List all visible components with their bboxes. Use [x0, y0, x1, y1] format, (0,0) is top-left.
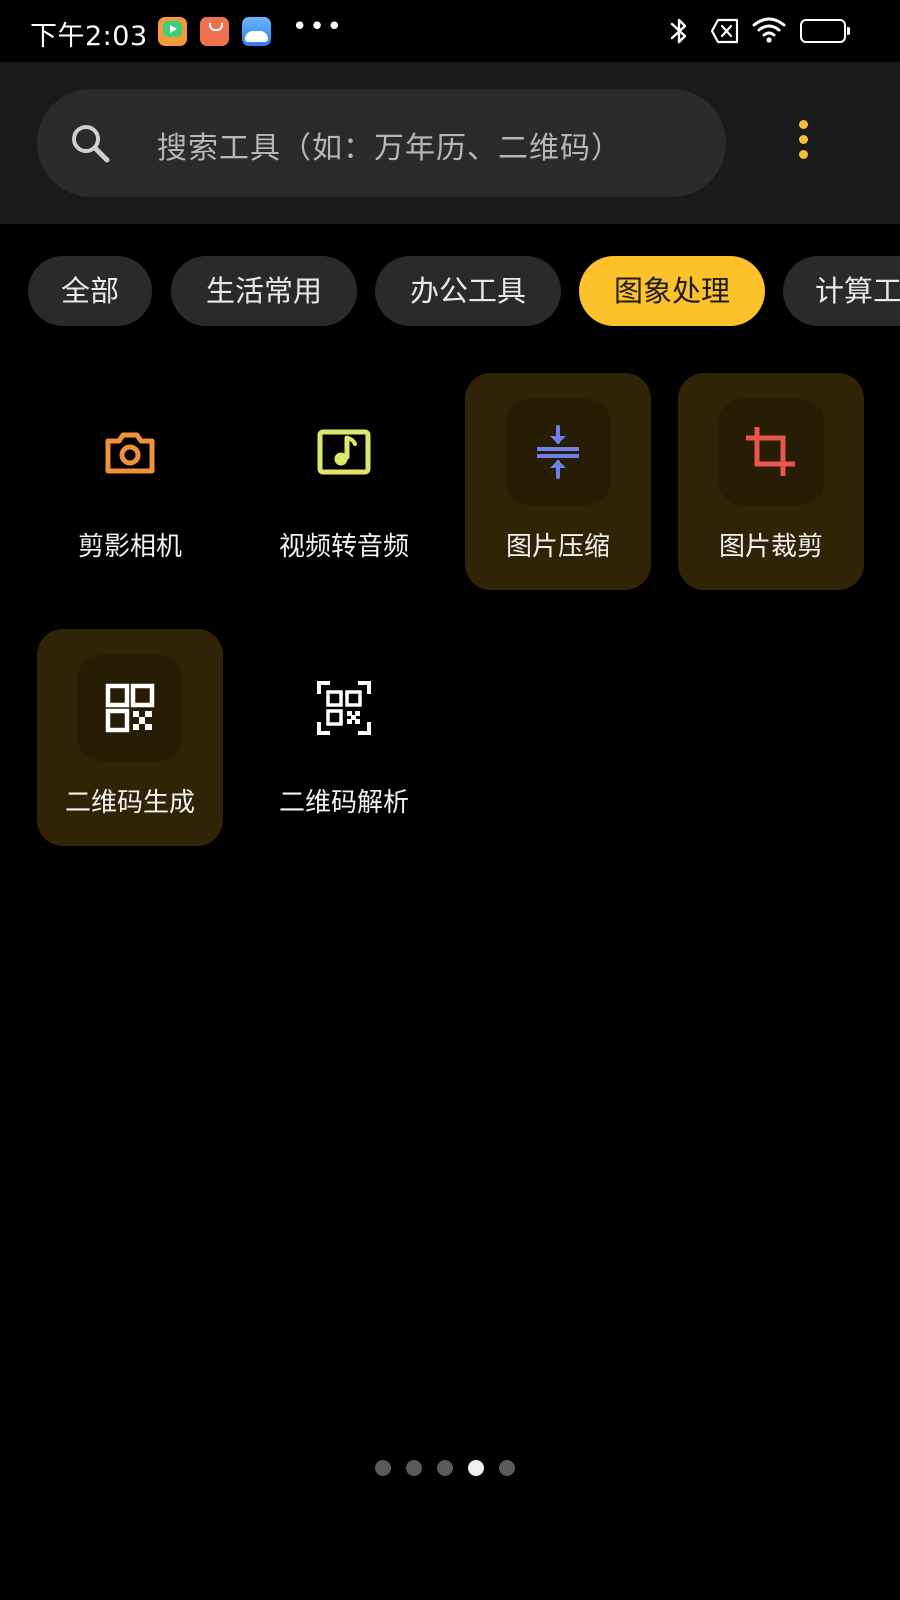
video-app-icon — [158, 17, 187, 46]
menu-dot — [799, 135, 808, 144]
tool-image-compress[interactable]: 图片压缩 — [465, 373, 651, 590]
page-dot[interactable] — [437, 1460, 453, 1476]
tool-video-to-audio[interactable]: 视频转音频 — [251, 373, 437, 590]
more-menu-button[interactable] — [786, 118, 822, 168]
bluetooth-icon — [670, 18, 687, 44]
tool-image-crop[interactable]: 图片裁剪 — [678, 373, 864, 590]
tool-qr-parse[interactable]: 二维码解析 — [251, 629, 437, 846]
category-tabs: 全部 生活常用 办公工具 图象处理 计算工 — [0, 256, 900, 326]
tool-icon-container — [718, 399, 824, 505]
qr-code-icon — [105, 683, 155, 733]
tool-qr-generate[interactable]: 二维码生成 — [37, 629, 223, 846]
tool-icon-container — [505, 399, 611, 505]
tool-label: 剪影相机 — [77, 532, 182, 562]
compress-icon — [537, 425, 579, 479]
page-indicator — [375, 1460, 525, 1476]
status-time: 下午2:03 — [30, 21, 148, 52]
tool-label: 图片裁剪 — [718, 532, 823, 562]
tool-icon-container — [291, 399, 397, 505]
search-icon — [72, 125, 110, 163]
crop-icon — [746, 427, 795, 476]
tools-screen: 下午2:03 ••• 87 搜索工具（如：万年历、二维码） 全部 生活常用 办公… — [0, 0, 900, 1600]
page-dot[interactable] — [406, 1460, 422, 1476]
camera-icon — [105, 432, 155, 474]
battery-indicator: 87 — [800, 19, 850, 43]
menu-dot — [799, 120, 808, 129]
no-sim-icon — [710, 18, 739, 44]
search-bar[interactable]: 搜索工具（如：万年历、二维码） — [37, 89, 726, 197]
tool-label: 图片压缩 — [505, 532, 610, 562]
header: 搜索工具（如：万年历、二维码） — [0, 62, 900, 224]
more-notifications-icon: ••• — [292, 12, 345, 42]
page-dot[interactable] — [499, 1460, 515, 1476]
tab-image-processing[interactable]: 图象处理 — [579, 256, 765, 326]
search-placeholder[interactable]: 搜索工具（如：万年历、二维码） — [157, 123, 622, 167]
tool-label: 二维码解析 — [278, 788, 409, 818]
status-bar: 下午2:03 ••• 87 — [0, 0, 900, 62]
page-dot[interactable] — [375, 1460, 391, 1476]
tab-office-tools[interactable]: 办公工具 — [375, 256, 561, 326]
tool-icon-container — [77, 399, 183, 505]
battery-level: 87 — [812, 22, 834, 40]
weather-cloud-app-icon — [242, 17, 271, 46]
tool-icon-container — [291, 655, 397, 761]
shopping-bag-app-icon — [200, 17, 229, 46]
tab-calculation-tools[interactable]: 计算工 — [783, 256, 900, 326]
tool-silhouette-camera[interactable]: 剪影相机 — [37, 373, 223, 590]
tool-label: 二维码生成 — [64, 788, 195, 818]
page-dot-active[interactable] — [468, 1460, 484, 1476]
music-note-icon — [317, 429, 371, 475]
tool-icon-container — [77, 655, 183, 761]
menu-dot — [799, 150, 808, 159]
tool-label: 视频转音频 — [278, 532, 409, 562]
qr-scan-icon — [317, 681, 371, 735]
tab-daily-life[interactable]: 生活常用 — [171, 256, 357, 326]
wifi-icon — [752, 17, 786, 43]
tab-all[interactable]: 全部 — [28, 256, 152, 326]
